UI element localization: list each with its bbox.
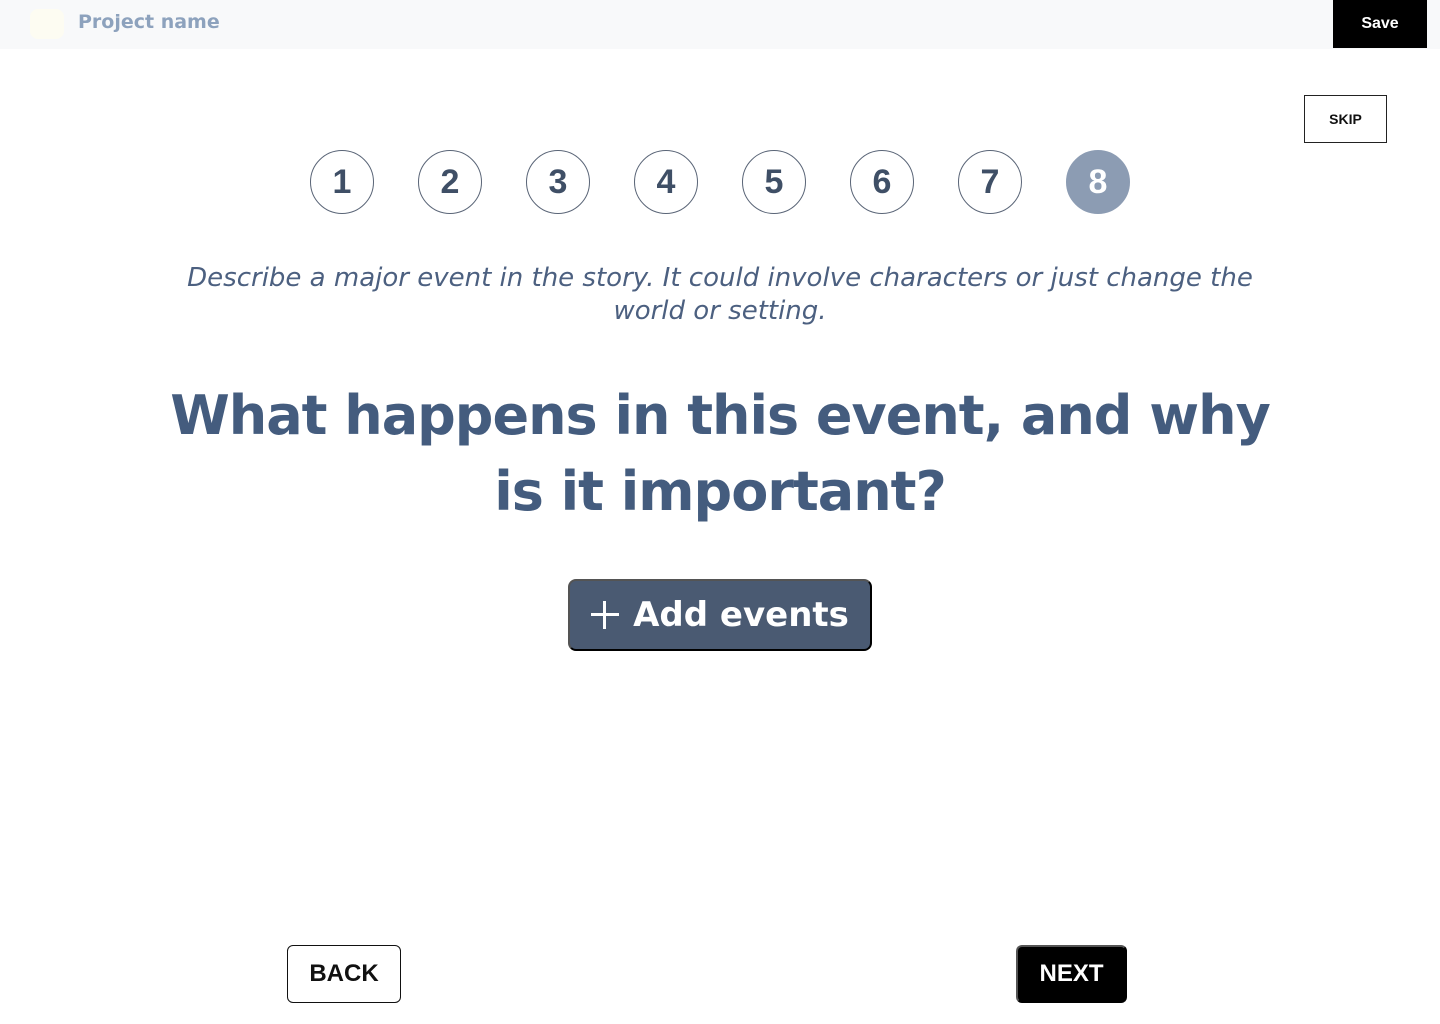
step-indicator: 1 2 3 4 5 6 7 8 [310,150,1140,214]
page: Project name Save SKIP 1 2 3 4 5 6 7 8 D… [0,0,1440,1024]
step-8-active[interactable]: 8 [1066,150,1130,214]
save-button[interactable]: Save [1333,0,1427,48]
next-button[interactable]: NEXT [1016,945,1127,1003]
step-3[interactable]: 3 [526,150,590,214]
step-6[interactable]: 6 [850,150,914,214]
top-bar: Project name Save [0,0,1440,49]
skip-button[interactable]: SKIP [1304,95,1387,143]
step-1[interactable]: 1 [310,150,374,214]
project-name[interactable]: Project name [78,11,220,33]
step-description: Describe a major event in the story. It … [187,263,1253,326]
step-4[interactable]: 4 [634,150,698,214]
plus-icon [591,601,620,629]
step-7[interactable]: 7 [958,150,1022,214]
add-events-button[interactable]: Add events [568,579,872,651]
step-2[interactable]: 2 [418,150,482,214]
logo[interactable] [30,9,64,39]
back-button[interactable]: BACK [287,945,401,1003]
step-5[interactable]: 5 [742,150,806,214]
add-events-label: Add events [633,595,849,635]
step-question: What happens in this event, and why is i… [170,384,1271,523]
